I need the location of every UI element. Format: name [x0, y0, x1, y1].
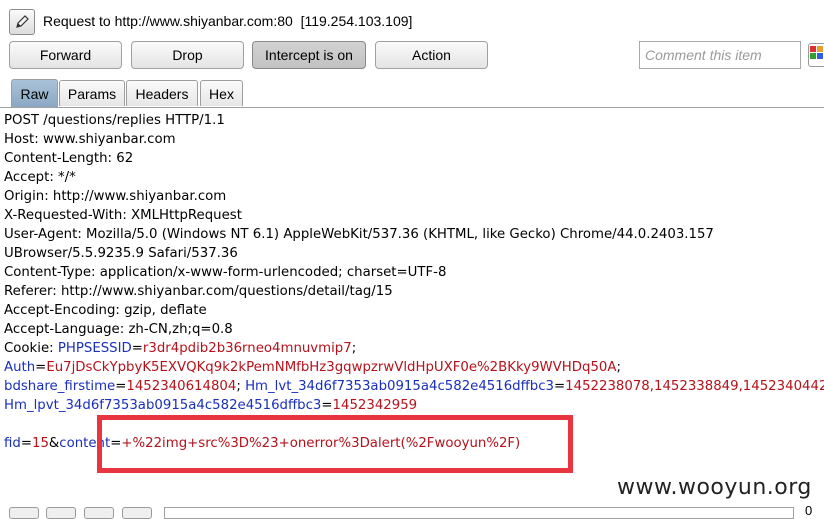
tab-headers[interactable]: Headers [126, 80, 198, 106]
cookie-value: r3dr4pdib2b36rneo4mnuvmip7 [142, 341, 352, 356]
title-bar: Request to http://www.shiyanbar.com:80 [… [0, 0, 824, 40]
cookie-value: 1452342959 [332, 398, 418, 413]
pencil-icon [16, 15, 29, 28]
header-line: Accept-Language: zh-CN,zh;q=0.8 [4, 322, 233, 337]
search-input[interactable] [164, 507, 794, 519]
cookie-sep: ; [616, 360, 621, 375]
body-param-value: 15 [31, 436, 49, 451]
cookie-value: 1452238078,1452338849,1452340442 [565, 379, 824, 394]
red-swatch-icon [810, 46, 816, 52]
blue-swatch-icon [817, 53, 823, 59]
request-line: POST /questions/replies HTTP/1.1 [4, 113, 225, 128]
help-button[interactable] [9, 507, 39, 519]
orange-swatch-icon [817, 46, 823, 52]
highlight-color-picker[interactable] [808, 43, 824, 67]
cookie-line: Auth=Eu7jDsCkYpbyK5EXVQKq9k2kPemNMfbHz3g… [4, 358, 824, 377]
cookie-line: Hm_lpvt_34d6f7353ab0915a4c582e4516dffbc3… [4, 396, 824, 415]
cookie-eq: = [554, 379, 566, 394]
header-line: X-Requested-With: XMLHttpRequest [4, 208, 242, 223]
next-match-button[interactable] [122, 507, 152, 519]
raw-request-editor[interactable]: POST /questions/replies HTTP/1.1 Host: w… [4, 111, 824, 453]
cookie-sep: ; [236, 379, 246, 394]
header-line: UBrowser/5.5.9235.9 Safari/537.36 [4, 246, 238, 261]
cookie-value: 1452340614804 [126, 379, 237, 394]
forward-button[interactable]: Forward [9, 41, 122, 69]
header-line: Content-Type: application/x-www-form-url… [4, 265, 447, 280]
action-button[interactable]: Action [375, 41, 488, 69]
tab-params[interactable]: Params [59, 80, 125, 106]
cookie-eq: = [321, 398, 333, 413]
previous-match-button[interactable] [46, 507, 76, 519]
cookie-key: PHPSESSID [57, 341, 132, 356]
header-line: Host: www.shiyanbar.com [4, 132, 176, 147]
green-swatch-icon [810, 53, 816, 59]
add-button[interactable] [84, 507, 114, 519]
cookie-line: Cookie: PHPSESSID=r3dr4pdib2b36rneo4mnuv… [4, 339, 824, 358]
cookie-eq: = [131, 341, 143, 356]
body-amp: & [48, 436, 60, 451]
watermark: www.wooyun.org [617, 475, 812, 500]
cookie-key: Hm_lvt_34d6f7353ab0915a4c582e4516dffbc3 [245, 379, 554, 394]
header-line: Origin: http://www.shiyanbar.com [4, 189, 227, 204]
drop-button[interactable]: Drop [131, 41, 244, 69]
header-line: Referer: http://www.shiyanbar.com/questi… [4, 284, 393, 299]
body-param-key: fid [4, 436, 21, 451]
match-count: 0 [805, 503, 813, 518]
cookie-key: bdshare_firstime [4, 379, 116, 394]
header-line: Content-Length: 62 [4, 151, 134, 166]
cookie-sep: ; [351, 341, 357, 356]
cookie-label: Cookie: [4, 341, 58, 356]
cookie-key: Auth [4, 360, 36, 375]
header-line: Accept: */* [4, 170, 76, 185]
payload-highlight-box [97, 415, 573, 473]
cookie-key: Hm_lpvt_34d6f7353ab0915a4c582e4516dffbc3 [4, 398, 322, 413]
cookie-value: Eu7jDsCkYpbyK5EXVQKq9k2kPemNMfbHz3gqwpzr… [46, 360, 617, 375]
cookie-eq: = [35, 360, 47, 375]
header-line: User-Agent: Mozilla/5.0 (Windows NT 6.1)… [4, 227, 714, 242]
tab-raw[interactable]: Raw [11, 79, 58, 107]
cookie-eq: = [115, 379, 127, 394]
tab-hex[interactable]: Hex [200, 80, 243, 106]
request-target-title: Request to http://www.shiyanbar.com:80 [… [43, 13, 413, 29]
edit-request-button[interactable] [9, 9, 35, 35]
editor-divider [0, 107, 824, 108]
header-line: Accept-Encoding: gzip, deflate [4, 303, 207, 318]
comment-field[interactable]: Comment this item [639, 41, 801, 69]
intercept-toggle-button[interactable]: Intercept is on [252, 41, 366, 69]
cookie-line: bdshare_firstime=1452340614804; Hm_lvt_3… [4, 377, 824, 396]
